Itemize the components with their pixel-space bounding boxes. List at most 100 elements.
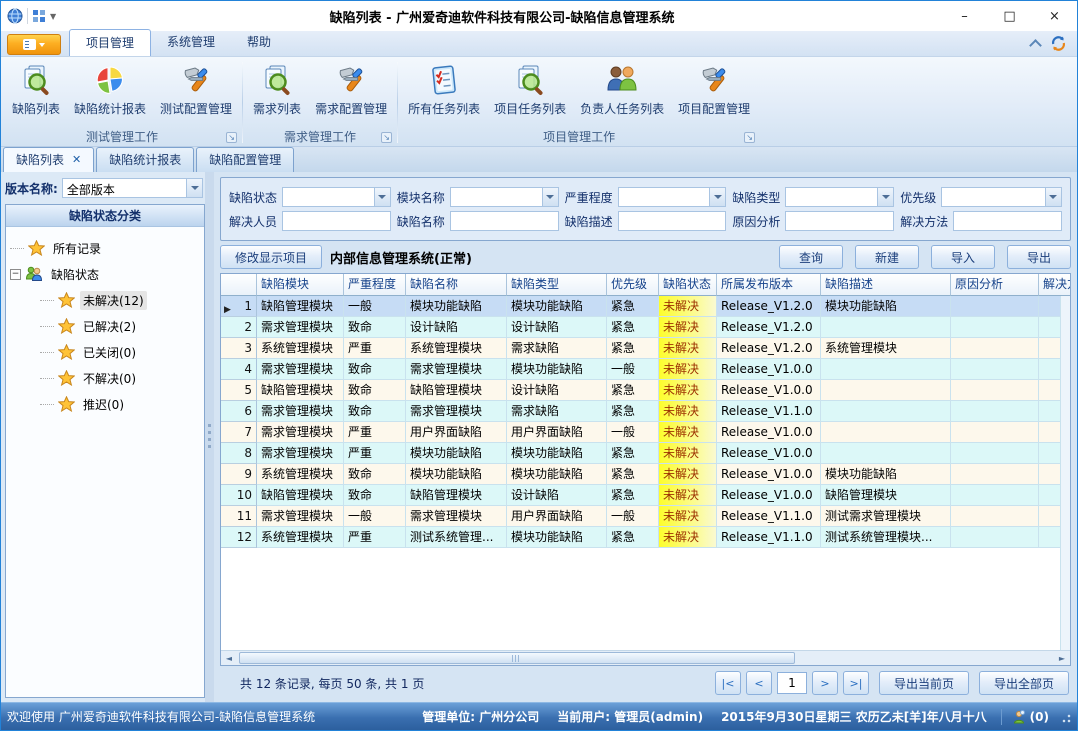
- table-cell[interactable]: 缺陷管理模块: [821, 485, 951, 506]
- table-cell[interactable]: 紧急: [607, 464, 659, 485]
- table-cell[interactable]: Release_V1.0.0: [717, 443, 821, 464]
- table-cell[interactable]: 严重: [344, 527, 406, 548]
- column-header[interactable]: 优先级: [607, 274, 659, 296]
- ribbon-button[interactable]: 所有任务列表: [401, 59, 487, 119]
- filter-combobox-缺陷类型[interactable]: [785, 187, 894, 207]
- column-header[interactable]: 缺陷描述: [821, 274, 951, 296]
- status-cell[interactable]: 未解决: [659, 401, 717, 422]
- scroll-track[interactable]: [237, 651, 1054, 665]
- row-number[interactable]: 8: [221, 443, 257, 464]
- import-button[interactable]: 导入: [931, 245, 995, 269]
- table-cell[interactable]: 模块功能缺陷: [507, 527, 607, 548]
- table-cell[interactable]: 紧急: [607, 401, 659, 422]
- table-cell[interactable]: 模块功能缺陷: [821, 296, 951, 317]
- table-cell[interactable]: [951, 422, 1039, 443]
- close-tab-icon[interactable]: ✕: [72, 153, 81, 166]
- row-number[interactable]: 6: [221, 401, 257, 422]
- table-cell[interactable]: Release_V1.0.0: [717, 464, 821, 485]
- ribbon-button[interactable]: 需求配置管理: [308, 59, 394, 119]
- filter-combobox-严重程度[interactable]: [618, 187, 727, 207]
- filter-input-缺陷描述[interactable]: [618, 211, 727, 231]
- table-cell[interactable]: 紧急: [607, 338, 659, 359]
- help-icon[interactable]: [1050, 35, 1067, 52]
- table-cell[interactable]: Release_V1.2.0: [717, 338, 821, 359]
- table-cell[interactable]: Release_V1.0.0: [717, 485, 821, 506]
- table-cell[interactable]: 设计缺陷: [406, 317, 507, 338]
- row-indicator-header[interactable]: [221, 274, 257, 296]
- table-cell[interactable]: 缺陷管理模块: [406, 485, 507, 506]
- tree-item[interactable]: 已解决(2): [10, 313, 200, 339]
- table-cell[interactable]: [951, 464, 1039, 485]
- tree-item[interactable]: 不解决(0): [10, 365, 200, 391]
- column-header[interactable]: 缺陷名称: [406, 274, 507, 296]
- doc-tab-1[interactable]: 缺陷列表✕: [3, 147, 94, 172]
- export-button[interactable]: 导出: [1007, 245, 1071, 269]
- tree-item[interactable]: 未解决(12): [10, 287, 200, 313]
- scroll-thumb[interactable]: [239, 652, 795, 664]
- table-cell[interactable]: [821, 359, 951, 380]
- ribbon-button[interactable]: 缺陷统计报表: [67, 59, 153, 119]
- row-number[interactable]: 11: [221, 506, 257, 527]
- table-cell[interactable]: 测试系统管理...: [406, 527, 507, 548]
- scroll-left-icon[interactable]: ◄: [221, 651, 237, 665]
- table-cell[interactable]: 一般: [607, 506, 659, 527]
- status-cell[interactable]: 未解决: [659, 317, 717, 338]
- table-row[interactable]: 11需求管理模块一般需求管理模块用户界面缺陷一般未解决Release_V1.1.…: [221, 506, 1070, 527]
- table-cell[interactable]: 紧急: [607, 380, 659, 401]
- chevron-down-icon[interactable]: [186, 179, 202, 197]
- table-cell[interactable]: 系统管理模块: [821, 338, 951, 359]
- table-cell[interactable]: 致命: [344, 380, 406, 401]
- table-cell[interactable]: 模块功能缺陷: [821, 464, 951, 485]
- grid-icon[interactable]: [32, 9, 46, 23]
- table-row[interactable]: 2需求管理模块致命设计缺陷设计缺陷紧急未解决Release_V1.2.0: [221, 317, 1070, 338]
- table-cell[interactable]: [951, 506, 1039, 527]
- table-cell[interactable]: 缺陷管理模块: [406, 380, 507, 401]
- table-cell[interactable]: 模块功能缺陷: [507, 359, 607, 380]
- table-cell[interactable]: 设计缺陷: [507, 485, 607, 506]
- collapse-ribbon-icon[interactable]: [1029, 39, 1042, 52]
- minimize-button[interactable]: –: [942, 1, 987, 31]
- table-cell[interactable]: 需求管理模块: [257, 443, 344, 464]
- table-cell[interactable]: 需求管理模块: [406, 359, 507, 380]
- table-row[interactable]: 7需求管理模块严重用户界面缺陷用户界面缺陷一般未解决Release_V1.0.0: [221, 422, 1070, 443]
- ribbon-button[interactable]: 测试配置管理: [153, 59, 239, 119]
- doc-tab-3[interactable]: 缺陷配置管理: [196, 147, 294, 172]
- table-cell[interactable]: 一般: [607, 359, 659, 380]
- ribbon-button[interactable]: 负责人任务列表: [573, 59, 671, 119]
- table-cell[interactable]: [951, 296, 1039, 317]
- table-cell[interactable]: 致命: [344, 317, 406, 338]
- chevron-down-icon[interactable]: ▼: [50, 12, 56, 21]
- table-cell[interactable]: 致命: [344, 401, 406, 422]
- row-number[interactable]: 4: [221, 359, 257, 380]
- row-number[interactable]: 9: [221, 464, 257, 485]
- table-cell[interactable]: 一般: [344, 296, 406, 317]
- table-cell[interactable]: [821, 317, 951, 338]
- row-number[interactable]: 2: [221, 317, 257, 338]
- table-cell[interactable]: 需求管理模块: [406, 506, 507, 527]
- table-cell[interactable]: 需求缺陷: [507, 338, 607, 359]
- splitter-handle[interactable]: [205, 172, 214, 702]
- table-cell[interactable]: Release_V1.0.0: [717, 422, 821, 443]
- table-cell[interactable]: 紧急: [607, 443, 659, 464]
- table-cell[interactable]: 需求缺陷: [507, 401, 607, 422]
- table-cell[interactable]: Release_V1.0.0: [717, 359, 821, 380]
- ribbon-tab-1[interactable]: 项目管理: [69, 29, 151, 56]
- table-cell[interactable]: 模块功能缺陷: [507, 464, 607, 485]
- table-row[interactable]: ▶1缺陷管理模块一般模块功能缺陷模块功能缺陷紧急未解决Release_V1.2.…: [221, 296, 1070, 317]
- table-cell[interactable]: [821, 443, 951, 464]
- table-cell[interactable]: 一般: [344, 506, 406, 527]
- status-cell[interactable]: 未解决: [659, 338, 717, 359]
- table-cell[interactable]: 设计缺陷: [507, 317, 607, 338]
- last-page-button[interactable]: >|: [843, 671, 869, 695]
- table-cell[interactable]: Release_V1.0.0: [717, 380, 821, 401]
- status-cell[interactable]: 未解决: [659, 359, 717, 380]
- table-row[interactable]: 10缺陷管理模块致命缺陷管理模块设计缺陷紧急未解决Release_V1.0.0缺…: [221, 485, 1070, 506]
- dialog-launcher-icon[interactable]: ↘: [381, 132, 392, 143]
- table-cell[interactable]: 用户界面缺陷: [406, 422, 507, 443]
- table-cell[interactable]: Release_V1.1.0: [717, 401, 821, 422]
- table-cell[interactable]: [951, 317, 1039, 338]
- column-header[interactable]: 原因分析: [951, 274, 1039, 296]
- tree-item[interactable]: 已关闭(0): [10, 339, 200, 365]
- tree-item[interactable]: 所有记录: [10, 235, 200, 261]
- column-header[interactable]: 所属发布版本: [717, 274, 821, 296]
